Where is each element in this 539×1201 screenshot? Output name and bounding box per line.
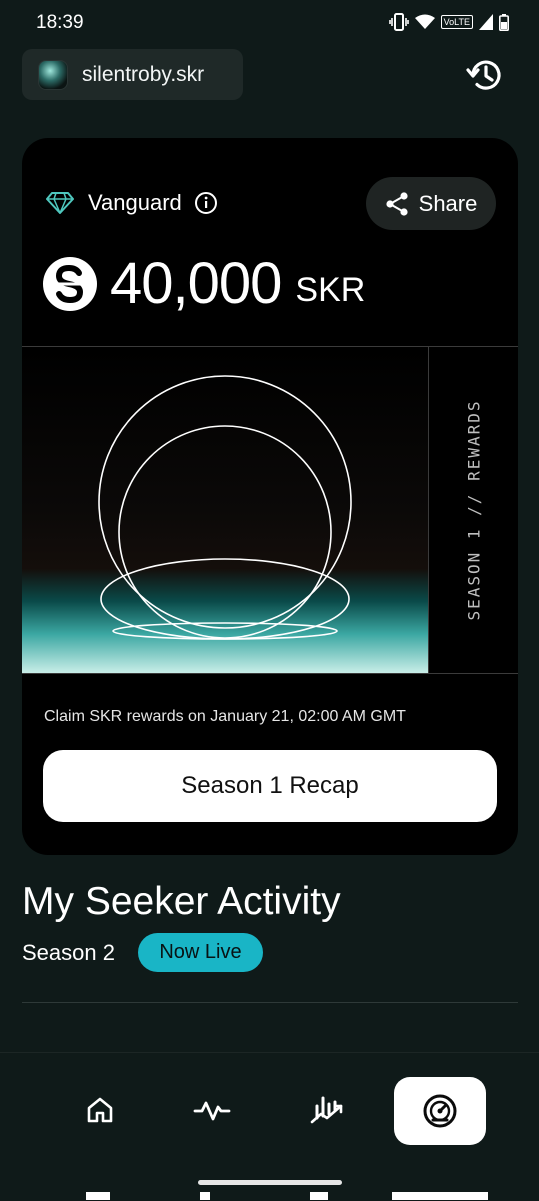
profile-chip[interactable]: silentroby.skr (22, 49, 243, 100)
share-icon (386, 191, 408, 216)
peek-icon-1 (86, 1192, 110, 1200)
peek-icon-3 (310, 1192, 328, 1200)
share-label: Share (418, 190, 478, 216)
avatar (38, 59, 68, 90)
amount-value: 40,000 (110, 251, 282, 316)
peek-icon-4 (392, 1192, 488, 1200)
nav-dashboard[interactable] (394, 1077, 486, 1145)
vibrate-icon (388, 13, 409, 31)
tier-row: Vanguard (46, 190, 218, 216)
home-indicator[interactable] (198, 1180, 342, 1185)
share-button[interactable]: Share (366, 177, 496, 230)
amount-unit: SKR (295, 271, 366, 309)
reward-amount: 40,000 SKR (42, 250, 365, 317)
nav-home[interactable] (75, 1085, 125, 1135)
signal-icon (479, 14, 493, 30)
home-icon (87, 1097, 113, 1123)
wifi-icon (414, 14, 435, 29)
artwork-side-panel: SEASON 1 // REWARDS (428, 347, 518, 673)
artwork-image (22, 347, 428, 673)
season-rewards-label: SEASON 1 // REWARDS (464, 399, 484, 621)
badge-label: Now Live (159, 941, 242, 963)
peek-icon-2 (200, 1192, 210, 1200)
status-icons: VoLTE (388, 13, 509, 31)
dashboard-icon (423, 1094, 457, 1128)
nav-stats[interactable] (302, 1085, 352, 1135)
rewards-card: Vanguard Share 40,000 SKR SEASON 1 // RE… (22, 138, 518, 855)
status-time: 18:39 (36, 12, 84, 33)
section-title: My Seeker Activity (22, 880, 341, 923)
season-label: Season 2 (22, 940, 115, 965)
recap-button-label: Season 1 Recap (181, 772, 359, 799)
info-icon[interactable] (194, 191, 218, 215)
skr-token-icon (43, 256, 97, 311)
battery-icon (499, 13, 509, 31)
claim-info-text: Claim SKR rewards on January 21, 02:00 A… (44, 708, 406, 725)
volte-indicator: VoLTE (440, 15, 473, 29)
orbit-illustration (98, 375, 352, 640)
history-button[interactable] (465, 55, 505, 95)
tier-label: Vanguard (88, 190, 182, 215)
nav-activity[interactable] (187, 1085, 237, 1135)
history-icon (466, 60, 501, 90)
season-artwork: SEASON 1 // REWARDS (22, 346, 518, 674)
season-recap-button[interactable]: Season 1 Recap (43, 750, 497, 822)
status-bar: 18:39 VoLTE (0, 0, 539, 48)
stats-icon (310, 1096, 343, 1124)
diamond-icon (46, 192, 74, 214)
profile-name: silentroby.skr (82, 62, 205, 86)
activity-icon (193, 1101, 231, 1121)
divider (22, 1002, 518, 1003)
status-badge: Now Live (138, 933, 263, 972)
